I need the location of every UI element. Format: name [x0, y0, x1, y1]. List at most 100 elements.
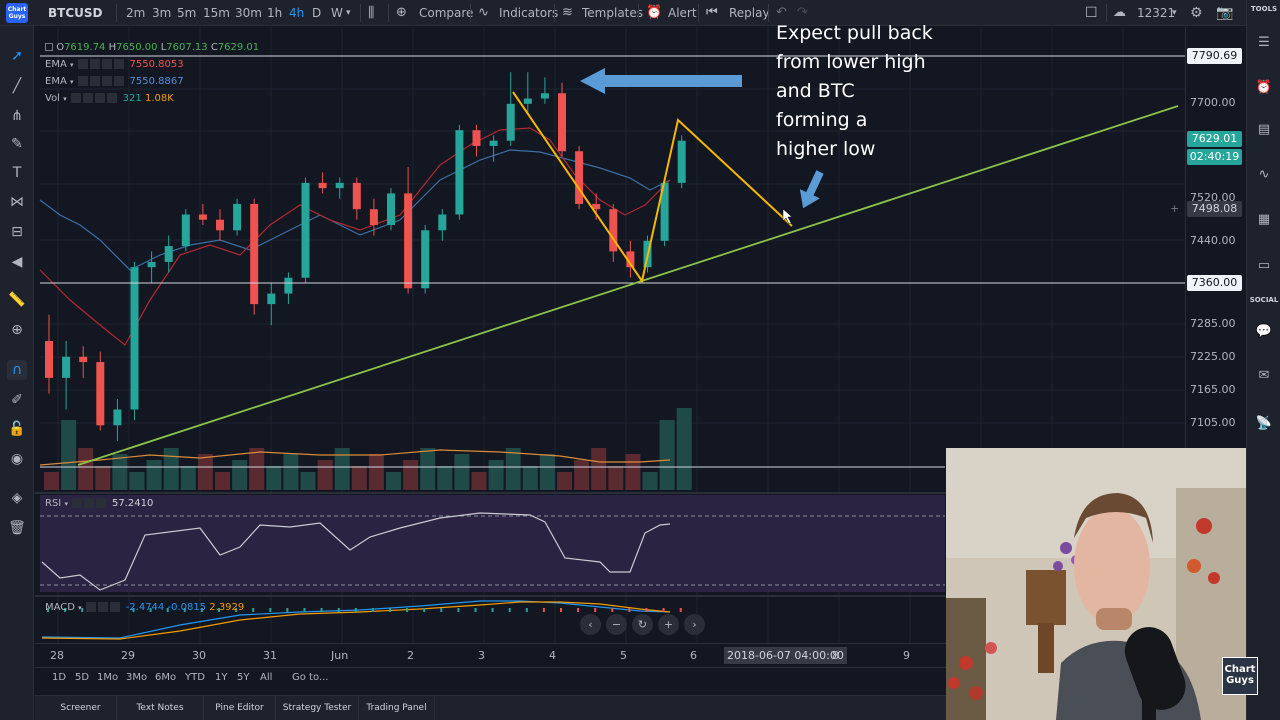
- tab-screener[interactable]: Screener: [45, 696, 117, 720]
- tab-pine-editor[interactable]: Pine Editor: [204, 696, 276, 720]
- candle-body: [387, 193, 395, 226]
- time-label: 29: [121, 649, 135, 662]
- volume-bar: [454, 454, 470, 490]
- tab-strategy-tester[interactable]: Strategy Tester: [276, 696, 359, 720]
- candle-body: [284, 277, 293, 294]
- candle-body: [113, 409, 122, 426]
- range-ytd[interactable]: YTD: [185, 672, 205, 683]
- watchlist-icon[interactable]: ☰: [1254, 33, 1274, 53]
- volume-bar: [317, 460, 333, 490]
- presenter-video: [946, 448, 1246, 720]
- volume-bars: [44, 408, 692, 490]
- chat-icon[interactable]: 💬: [1254, 322, 1274, 342]
- candle-body: [130, 267, 139, 410]
- messages-icon[interactable]: ✉: [1254, 366, 1274, 386]
- ema1-legend[interactable]: EMA ▾ 7550.8053: [45, 59, 184, 70]
- time-label: 4: [549, 649, 556, 662]
- scroll-left-button[interactable]: ‹: [580, 614, 601, 635]
- candle-body: [558, 93, 566, 152]
- data-window-icon[interactable]: ▤: [1254, 120, 1274, 140]
- chartguys-watermark-logo: Chart Guys: [1222, 657, 1258, 695]
- crosshair-add-icon[interactable]: +: [1170, 202, 1179, 215]
- macd-hist-bar: [320, 608, 323, 612]
- hotlist-icon[interactable]: ∿: [1254, 165, 1274, 185]
- candle-body: [318, 182, 327, 189]
- macd-hist-bar: [406, 608, 409, 612]
- volume-bar: [505, 448, 521, 490]
- macd-hist-bar: [354, 608, 357, 612]
- volume-bar: [129, 472, 145, 490]
- candle-body: [677, 140, 686, 183]
- range-all[interactable]: All: [260, 672, 272, 683]
- ideas-icon[interactable]: ▭: [1254, 256, 1274, 276]
- price-badge-line: 7360.00: [1187, 275, 1242, 291]
- cursor-time-badge: 2018-06-07 04:00:00: [724, 647, 847, 664]
- volume-bar: [625, 454, 641, 490]
- volume-bar: [368, 454, 384, 490]
- volume-bar: [642, 472, 658, 490]
- candle-body: [489, 140, 498, 146]
- macd-hist-bar: [491, 608, 494, 612]
- candle-body: [250, 203, 259, 305]
- range-1mo[interactable]: 1Mo: [97, 672, 118, 683]
- volume-bar: [146, 460, 162, 490]
- volume-bar: [78, 448, 94, 490]
- tab-text-notes[interactable]: Text Notes: [117, 696, 204, 720]
- candle-body: [62, 356, 71, 378]
- zoom-out-button[interactable]: −: [606, 614, 627, 635]
- macd-hist-bar: [662, 608, 665, 612]
- candle-body: [369, 209, 378, 226]
- candle-body: [404, 193, 413, 289]
- candle-body: [609, 209, 618, 252]
- range-1d[interactable]: 1D: [52, 672, 66, 683]
- price-label: 7440.00: [1190, 234, 1236, 247]
- goto-date-button[interactable]: Go to...: [292, 672, 328, 683]
- candle-body: [164, 246, 173, 262]
- macd-hist-bar: [645, 608, 648, 612]
- streams-icon[interactable]: 📡: [1254, 414, 1274, 434]
- legend-toggle-icon[interactable]: [45, 43, 53, 51]
- macd-legend[interactable]: MACD ▾ -2.4744 -0.0815 2.3929: [45, 602, 244, 613]
- candle-body: [267, 293, 276, 305]
- price-label: 7105.00: [1190, 416, 1236, 429]
- volume-bar: [300, 472, 316, 490]
- scroll-right-button[interactable]: ›: [684, 614, 705, 635]
- ema2-legend[interactable]: EMA ▾ 7550.8867: [45, 76, 184, 87]
- vol-legend[interactable]: Vol ▾ 321 1.08K: [45, 93, 174, 104]
- macd-hist-bar: [560, 608, 562, 612]
- right-widget-bar: TOOLS ☰ ⏰ ▤ ∿ ▦ ▭ SOCIAL 💬 ✉ 📡: [1246, 0, 1280, 720]
- ohlc-legend: O7619.74 H7650.00 L7607.13 C7629.01: [45, 42, 259, 53]
- range-1y[interactable]: 1Y: [215, 672, 227, 683]
- snapshot-camera-icon[interactable]: 📷: [1216, 0, 1233, 26]
- range-5d[interactable]: 5D: [75, 672, 89, 683]
- candle-body: [147, 261, 156, 268]
- calendar-icon[interactable]: ▦: [1254, 210, 1274, 230]
- volume-bar: [249, 448, 265, 490]
- range-6mo[interactable]: 6Mo: [155, 672, 176, 683]
- macd-hist-bar: [611, 608, 614, 612]
- volume-bar: [283, 454, 299, 490]
- range-5y[interactable]: 5Y: [237, 672, 249, 683]
- reset-chart-button[interactable]: ↻: [632, 614, 653, 635]
- down-arrow-annotation: [799, 170, 824, 209]
- zoom-in-button[interactable]: +: [658, 614, 679, 635]
- time-label: 31: [263, 649, 277, 662]
- range-3mo[interactable]: 3Mo: [126, 672, 147, 683]
- macd-hist-bar: [286, 608, 289, 612]
- settings-gear-icon[interactable]: ⚙: [1190, 0, 1203, 26]
- volume-bar: [437, 466, 453, 490]
- alerts-clock-icon[interactable]: ⏰: [1254, 78, 1274, 98]
- candle-body: [233, 203, 242, 231]
- volume-bar: [334, 448, 350, 490]
- time-label: Jun: [331, 649, 349, 662]
- time-label: 30: [192, 649, 206, 662]
- macd-hist-bar: [371, 608, 374, 612]
- volume-bar: [676, 408, 692, 490]
- price-label: 7700.00: [1190, 96, 1236, 109]
- macd-hist-bar: [440, 608, 443, 612]
- volume-bar: [351, 466, 367, 490]
- volume-bar: [163, 448, 179, 490]
- tab-trading-panel[interactable]: Trading Panel: [359, 696, 435, 720]
- macd-hist-bar: [389, 608, 391, 612]
- rsi-legend[interactable]: RSI ▾ 57.2410: [45, 498, 153, 509]
